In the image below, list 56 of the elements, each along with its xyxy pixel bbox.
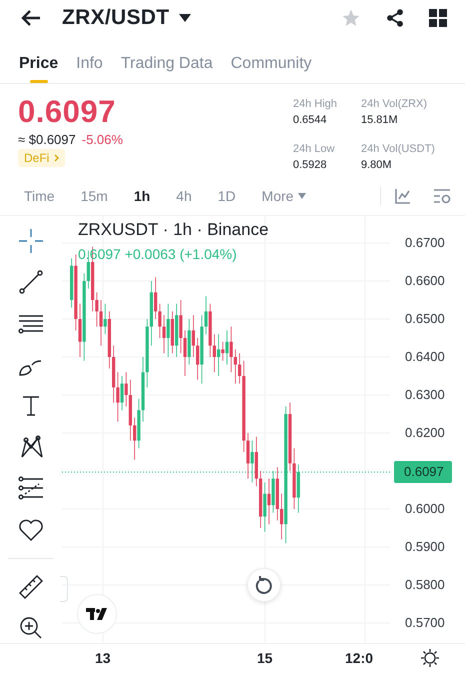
price-change: -5.06% (82, 132, 123, 147)
ruler-icon (17, 572, 45, 601)
price-tick: 0.5700 (405, 614, 445, 632)
time-tick: 13 (95, 650, 111, 666)
last-price: 0.6097 (18, 94, 117, 130)
chevron-icon (54, 154, 60, 162)
back-arrow-icon (20, 9, 42, 27)
stat-value: 0.6544 (293, 114, 328, 126)
price-tick: 0.6700 (405, 234, 445, 252)
price-tick: 0.6400 (405, 348, 445, 366)
fibonacci-icon (17, 474, 45, 502)
stat-value: 9.80M (361, 159, 393, 171)
caret-icon (298, 192, 306, 198)
time-tick: 12:0 (345, 650, 374, 666)
tab[interactable]: Trading Data (120, 55, 213, 83)
chart-title: ZRXUSDT · 1h · Binance (78, 220, 269, 240)
stat-label: 24h Vol(ZRX) (361, 98, 428, 110)
interval-tab[interactable]: 15m (80, 188, 108, 204)
tab[interactable]: Price (19, 55, 58, 83)
chart-type-button[interactable] (395, 188, 411, 204)
crosshair-icon (17, 227, 45, 256)
price-tick: 0.6600 (405, 272, 445, 290)
price-tick: 0.6300 (405, 386, 445, 404)
tab[interactable]: Info (76, 55, 103, 83)
price-tick: 0.6000 (405, 500, 445, 518)
tradingview-logo[interactable] (77, 594, 117, 634)
current-price-label: 0.6097 (394, 461, 452, 484)
collapse-handle[interactable] (60, 576, 68, 602)
pair-title[interactable]: ZRX/USDT (62, 6, 170, 30)
interval-tab[interactable]: 1h (134, 188, 150, 204)
caret-icon[interactable] (179, 14, 192, 22)
price-tick: 0.5900 (405, 538, 445, 556)
back-button[interactable] (20, 9, 42, 27)
stat-label: 24h Low (293, 143, 336, 155)
stat-value: 0.5928 (293, 159, 328, 171)
stat-label: 24h Vol(USDT) (361, 143, 436, 155)
price-tick: 0.6200 (405, 424, 445, 442)
reset-button[interactable] (247, 568, 281, 602)
chart-settings-button[interactable] (433, 188, 451, 204)
price-tick: 0.5800 (405, 576, 445, 594)
tab[interactable]: Community (230, 55, 312, 83)
reset-icon (255, 576, 273, 594)
interval-tab[interactable]: 4h (176, 188, 192, 204)
stat-label: 24h High (293, 98, 338, 110)
line-tool-icon (17, 268, 45, 296)
interval-tab[interactable]: More (262, 188, 306, 204)
time-tick: 15 (257, 650, 273, 666)
interval-tab[interactable]: 1D (218, 188, 236, 204)
stat-value: 15.81M (361, 114, 399, 126)
share-button[interactable] (385, 8, 405, 28)
fiat-price: ≈ $0.6097 (18, 132, 76, 147)
interval-tab[interactable]: Time (24, 188, 55, 204)
settings-icon[interactable] (420, 648, 440, 668)
category-tag[interactable]: DeFi (18, 149, 66, 167)
price-tick: 0.6500 (405, 310, 445, 328)
grid-menu-button[interactable] (429, 9, 447, 27)
